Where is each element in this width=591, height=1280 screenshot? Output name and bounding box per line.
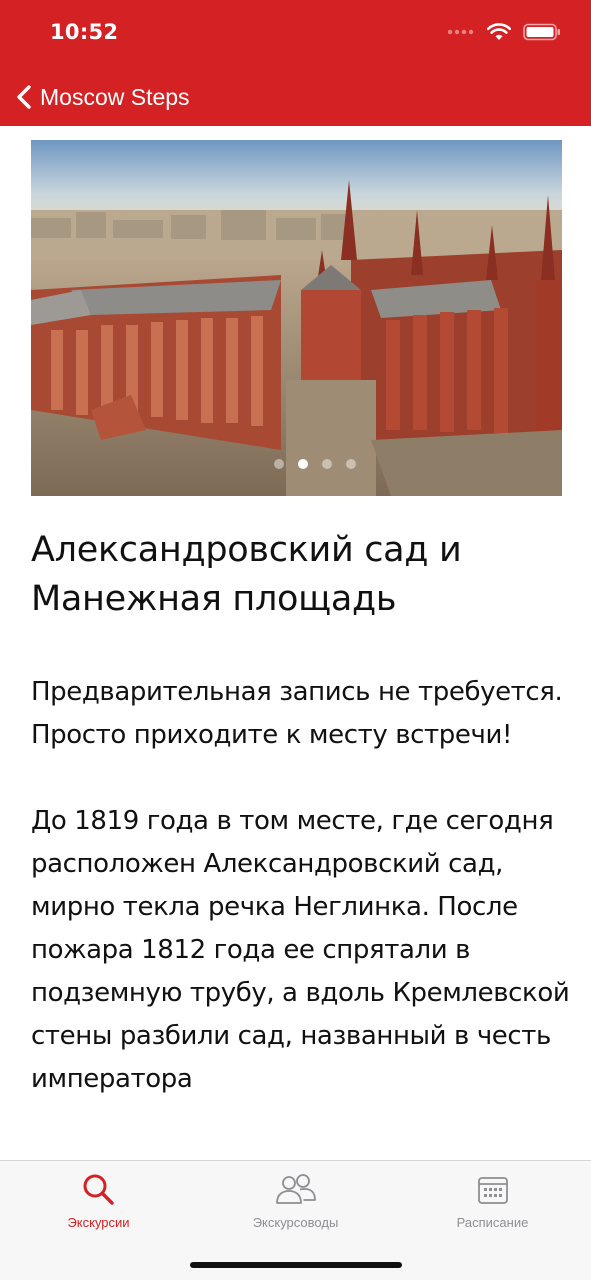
status-time: 10:52: [50, 20, 119, 44]
scroll-content[interactable]: Александровский сад и Манежная площадь П…: [0, 126, 591, 1160]
status-icons: [447, 22, 561, 42]
tab-label: Экскурсоводы: [252, 1215, 339, 1230]
people-icon: [275, 1174, 316, 1204]
tab-bar: Экскурсии Экскурсоводы Расписание: [0, 1160, 591, 1280]
home-indicator: [190, 1262, 402, 1268]
chevron-left-icon: [17, 85, 31, 109]
carousel-dot[interactable]: [273, 459, 284, 469]
search-icon: [83, 1174, 114, 1205]
signal-icon: [447, 29, 474, 35]
carousel-page-indicator[interactable]: [31, 459, 562, 469]
carousel-dot[interactable]: [345, 459, 356, 469]
carousel-dot-active[interactable]: [297, 459, 308, 469]
article-paragraph: До 1819 года в том месте, где сегодня ра…: [31, 806, 570, 1094]
status-bar: 10:52: [0, 0, 591, 64]
photo-carousel[interactable]: [31, 140, 562, 496]
tab-excursions[interactable]: Экскурсии: [0, 1173, 197, 1235]
back-button[interactable]: Moscow Steps: [16, 84, 190, 111]
carousel-dot[interactable]: [321, 459, 332, 469]
tab-label: Расписание: [456, 1215, 529, 1230]
tab-label: Экскурсии: [67, 1215, 130, 1230]
back-button-label: Moscow Steps: [40, 83, 190, 110]
carousel-photo: [31, 140, 562, 496]
article-paragraph: Предварительная запись не требуется. Про…: [31, 677, 563, 750]
navigation-bar: Moscow Steps: [0, 70, 591, 124]
article-body: Предварительная запись не требуется. Про…: [31, 671, 571, 1144]
tab-guides[interactable]: Экскурсоводы: [197, 1173, 394, 1235]
app-header: 10:52 Moscow Steps: [0, 0, 591, 126]
wifi-icon: [487, 23, 511, 40]
battery-icon: [523, 23, 560, 41]
article-title: Александровский сад и Манежная площадь: [31, 530, 462, 619]
tab-schedule[interactable]: Расписание: [394, 1173, 591, 1235]
calendar-icon: [477, 1177, 508, 1204]
